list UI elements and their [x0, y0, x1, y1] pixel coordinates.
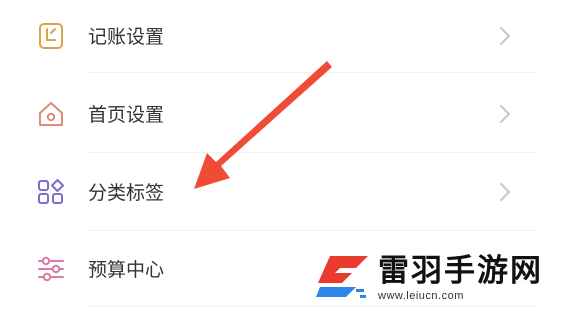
watermark-logo-icon — [316, 256, 368, 298]
home-icon — [34, 97, 68, 131]
divider — [88, 152, 536, 153]
chevron-right-icon — [500, 105, 510, 123]
sliders-icon — [34, 252, 68, 286]
settings-item-ledger[interactable]: 记账设置 — [0, 0, 562, 72]
screenshot-page: 记账设置 首页设置 分类标签 预算中心 雷羽手游网 www.leiucn.com — [0, 0, 562, 313]
watermark: 雷羽手游网 www.leiucn.com — [316, 252, 556, 308]
settings-item-label: 首页设置 — [88, 104, 165, 126]
settings-item-label: 预算中心 — [88, 259, 165, 281]
ledger-icon — [34, 19, 68, 53]
watermark-url: www.leiucn.com — [378, 290, 464, 302]
watermark-title: 雷羽手游网 — [378, 253, 543, 289]
category-grid-icon — [34, 175, 68, 209]
settings-item-home[interactable]: 首页设置 — [0, 78, 562, 150]
divider — [88, 72, 536, 73]
chevron-right-icon — [500, 183, 510, 201]
divider — [88, 230, 536, 231]
chevron-right-icon — [500, 27, 510, 45]
settings-item-label: 记账设置 — [88, 26, 165, 48]
settings-item-category-tags[interactable]: 分类标签 — [0, 156, 562, 228]
settings-item-label: 分类标签 — [88, 182, 165, 204]
